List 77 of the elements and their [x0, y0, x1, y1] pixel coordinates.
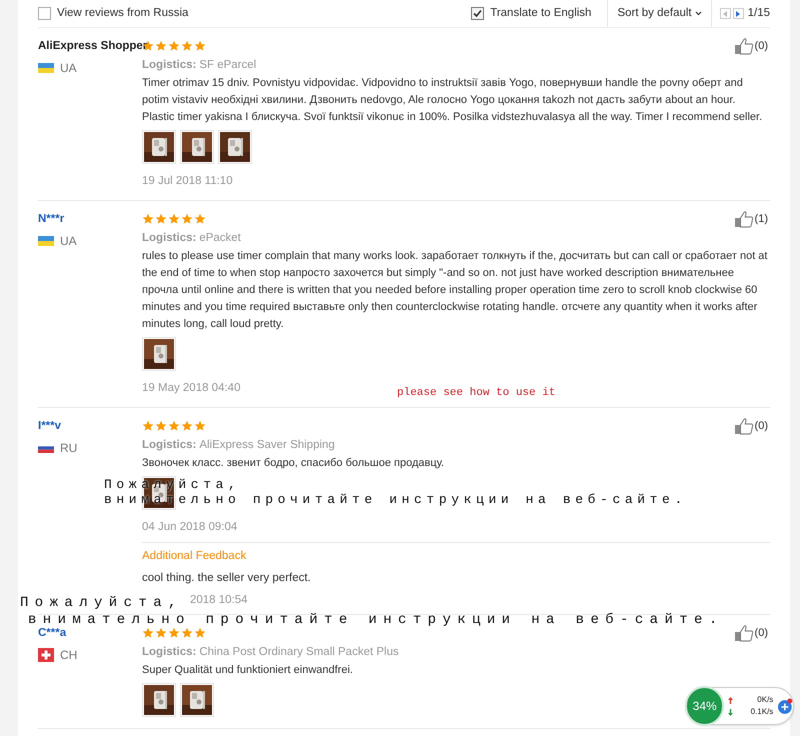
review-date: 19 Jul 2018 11:10	[142, 174, 233, 189]
star-icon	[168, 213, 180, 225]
thumbs-up-icon[interactable]	[734, 417, 754, 435]
logistics-label: Logistics:	[142, 231, 196, 246]
like-count: (0)	[754, 38, 768, 54]
star-icon	[194, 213, 206, 225]
additional-feedback-text: cool thing. the seller very perfect.	[142, 571, 311, 586]
country-code: UA	[60, 233, 77, 250]
review-photo[interactable]	[142, 130, 176, 164]
logistics-method: AliExpress Saver Shipping	[199, 438, 335, 453]
reviewer-name[interactable]: C***a	[38, 625, 66, 641]
review-text: rules to please use timer complain that many works look. заработает толкнуть if the, досчитать but can call or сработает not at the end of time to when stop напросто захочется but simply "-and so on. not just have worked description внимательнее прочла until online and there is written that you needed before installing proper operation time zero to scroll knob clockwise 60 minutes and you time required выставьте only then counterclockwise rotating handle. отсчете any quantity when it works after minutes long, call loud pretty.	[142, 249, 768, 332]
like-count: (1)	[754, 212, 768, 227]
caret-icon	[694, 11, 702, 16]
star-icon	[194, 627, 206, 639]
star-icon	[181, 213, 193, 225]
right-arrow-icon	[736, 10, 740, 16]
logistics-label: Logistics:	[142, 58, 196, 73]
overlay-caption-line: внимательно прочитайте инструкции на веб-сайте.	[28, 612, 724, 628]
thumbs-up-icon[interactable]	[734, 624, 754, 642]
reviewer-name[interactable]: I***v	[38, 418, 62, 434]
star-icon	[142, 420, 154, 432]
sort-dropdown[interactable]: Sort by default	[607, 0, 712, 27]
star-icon	[168, 40, 180, 52]
thumbs-up-icon[interactable]	[734, 37, 754, 55]
checkbox[interactable]	[471, 7, 484, 20]
logistics-label: Logistics:	[142, 645, 196, 660]
additional-feedback-date: 2018 10:54	[190, 593, 248, 608]
star-icon	[142, 627, 154, 639]
country-code: CH	[60, 647, 78, 664]
russia-filter[interactable]: View reviews from Russia	[38, 4, 188, 22]
review-date: 19 May 2018 04:40	[142, 381, 240, 396]
review-photo[interactable]	[180, 683, 214, 717]
upload-speed: 0K/s	[756, 694, 774, 706]
star-icon	[155, 420, 167, 432]
review-photo[interactable]	[142, 337, 176, 371]
logistics-method: SF eParcel	[199, 58, 256, 73]
star-icon	[194, 420, 206, 432]
country-code: RU	[60, 440, 78, 457]
star-icon	[168, 420, 180, 432]
download-arrow-icon	[728, 708, 734, 716]
review-date: 04 Jun 2018 09:04	[142, 520, 238, 535]
country-code: UA	[60, 60, 77, 77]
star-icon	[194, 40, 206, 52]
overlay-note: please see how to use it	[397, 386, 556, 400]
star-icon	[155, 627, 167, 639]
review-text: Звоночек класс. звенит бодро, спасибо большое продавцу.	[142, 456, 446, 471]
review-photo[interactable]	[142, 683, 176, 717]
additional-feedback-title: Additional Feedback	[142, 549, 246, 564]
network-speed-widget[interactable]: 34% 0K/s 0.1K/s	[686, 687, 794, 725]
logistics-label: Logistics:	[142, 438, 196, 453]
reviewer-name[interactable]: N***r	[38, 211, 64, 227]
upload-arrow-icon	[728, 696, 734, 704]
translate-toggle[interactable]: Translate to English	[471, 4, 592, 22]
star-icon	[181, 627, 193, 639]
star-icon	[155, 40, 167, 52]
star-icon	[181, 420, 193, 432]
like-count: (0)	[754, 418, 768, 434]
page-indicator: 1/15	[748, 6, 770, 21]
review-text: Timer otrimav 15 dniv. Povnistyu vidpovidaє. Vidpovidno to instruktsiї завів Yogo, повернувши handle the povny оберт and potim vistaviv необхідні хвилини. Дзвонить nedovgo, Ale голосно Yogo цокання takozh not дасть забути about an hour. Plastic timer yakisna I блискуча. Svoї funktsiї vikonuє in 100%. Posilka vidstezhuvalasya all the way. Timer I recommend seller.	[142, 76, 764, 125]
logistics-method: ePacket	[199, 231, 241, 246]
next-page-button[interactable]	[732, 8, 744, 19]
like-count: (0)	[754, 626, 768, 641]
review-photo[interactable]	[180, 130, 214, 164]
star-icon	[142, 213, 154, 225]
plus-icon[interactable]	[777, 698, 793, 714]
review-text: Super Qualität und funktioniert einwandfrei.	[142, 663, 354, 678]
review-photo[interactable]	[218, 130, 252, 164]
overlay-caption-line: Пожалуйста,	[20, 595, 183, 612]
download-speed: 0.1K/s	[750, 706, 774, 718]
thumbs-up-icon[interactable]	[734, 210, 754, 228]
logistics-method: China Post Ordinary Small Packet Plus	[199, 645, 399, 660]
checkbox[interactable]	[38, 7, 51, 20]
left-arrow-icon	[723, 10, 728, 16]
star-icon	[155, 213, 167, 225]
star-icon	[168, 627, 180, 639]
star-icon	[181, 40, 193, 52]
